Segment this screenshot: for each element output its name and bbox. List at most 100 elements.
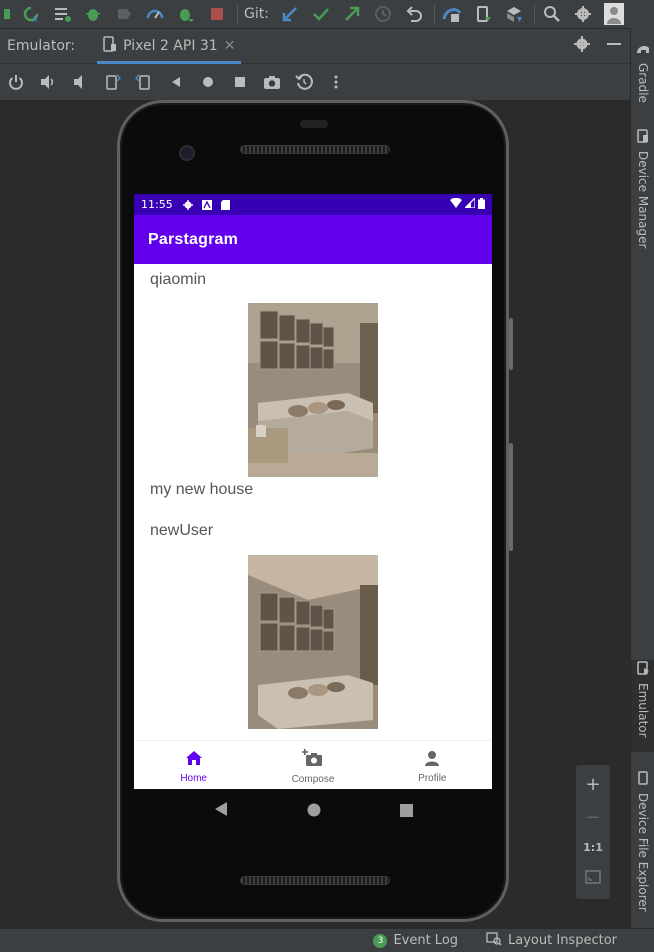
zoom-actual-size-button[interactable]: 1:1	[583, 841, 603, 854]
battery-icon	[478, 197, 485, 212]
emulator-tool-tab[interactable]: Emulator	[631, 660, 654, 752]
gear-icon[interactable]	[574, 36, 590, 56]
git-push-icon[interactable]	[341, 3, 363, 25]
rotate-right-icon[interactable]	[134, 72, 154, 92]
avd-manager-icon[interactable]	[441, 3, 463, 25]
emulator-tab-bar: Emulator: Pixel 2 API 31 ✕	[0, 28, 630, 64]
post-username: qiaomin	[150, 271, 207, 288]
zoom-out-button[interactable]: −	[585, 808, 600, 827]
a-notification-icon	[201, 199, 212, 210]
tab-label: Pixel 2 API 31	[123, 38, 218, 54]
volume-side-button[interactable]	[509, 443, 513, 551]
volume-down-icon[interactable]	[70, 72, 90, 92]
svg-text:A: A	[32, 15, 38, 23]
account-icon[interactable]	[603, 3, 625, 25]
ide-status-bar: 3 Event Log Layout Inspector	[0, 928, 654, 952]
power-side-button[interactable]	[509, 318, 513, 370]
device-file-explorer-tool-tab[interactable]: Device File Explorer	[631, 770, 654, 912]
app-bar: Parstagram	[134, 215, 492, 264]
close-icon[interactable]: ✕	[224, 38, 236, 54]
android-home-icon[interactable]	[307, 802, 321, 821]
emulator-icon	[636, 660, 650, 679]
device-file-explorer-label: Device File Explorer	[636, 793, 650, 912]
settings-notification-icon	[182, 199, 193, 210]
android-back-icon[interactable]	[214, 801, 228, 821]
front-camera	[179, 145, 195, 161]
fit-screen-icon[interactable]	[585, 869, 601, 888]
screenshot-icon[interactable]	[262, 72, 282, 92]
event-log-button[interactable]: 3 Event Log	[373, 933, 458, 948]
home-icon	[185, 750, 203, 770]
phone-screen: 11:55 Parstagram qiaomin my new house ne…	[134, 194, 492, 789]
rollback-icon[interactable]	[403, 3, 425, 25]
sd-card-icon	[220, 199, 231, 210]
top-speaker	[240, 145, 390, 154]
person-icon	[424, 750, 440, 770]
post-image[interactable]	[248, 555, 378, 729]
nav-home-label: Home	[180, 773, 207, 784]
volume-up-icon[interactable]	[38, 72, 58, 92]
top-slit	[300, 120, 328, 128]
device-manager-icon[interactable]	[503, 3, 525, 25]
device-icon	[103, 36, 117, 56]
snapshot-icon[interactable]	[294, 72, 314, 92]
profiler-icon[interactable]	[144, 3, 166, 25]
debug-icon[interactable]	[82, 3, 104, 25]
device-manager-icon	[636, 128, 650, 147]
stop-icon[interactable]	[206, 3, 228, 25]
toolbar-divider	[533, 4, 535, 24]
nav-compose[interactable]: Compose	[253, 741, 372, 789]
history-icon[interactable]	[372, 3, 394, 25]
zoom-controls: + − 1:1	[576, 765, 610, 899]
attach-debugger-icon[interactable]	[113, 3, 135, 25]
nav-home[interactable]: Home	[134, 741, 253, 789]
sync-icon[interactable]: A	[20, 3, 42, 25]
toolbar-divider	[237, 4, 238, 24]
overview-icon[interactable]	[230, 72, 250, 92]
home-button-icon[interactable]	[198, 72, 218, 92]
more-options-icon[interactable]	[326, 72, 346, 92]
app-title: Parstagram	[148, 230, 239, 248]
git-update-icon[interactable]	[279, 3, 301, 25]
sdk-manager-icon[interactable]	[472, 3, 494, 25]
post-description: my new house	[150, 481, 254, 498]
nav-profile[interactable]: Profile	[373, 741, 492, 789]
gradle-tool-tab[interactable]: Gradle	[631, 40, 654, 103]
android-overview-icon[interactable]	[399, 802, 413, 821]
nav-profile-label: Profile	[418, 773, 447, 784]
build-icon[interactable]	[4, 3, 12, 25]
tab-pixel-2-api-31[interactable]: Pixel 2 API 31 ✕	[97, 29, 242, 64]
post-username: newUser	[150, 522, 214, 539]
layout-inspector-label: Layout Inspector	[508, 933, 617, 948]
camera-add-icon	[301, 749, 324, 771]
settings-icon[interactable]	[572, 3, 594, 25]
event-log-count: 3	[373, 933, 388, 948]
back-icon[interactable]	[166, 72, 186, 92]
list-icon[interactable]	[51, 3, 73, 25]
post-feed[interactable]: qiaomin my new house newUser	[134, 264, 492, 740]
emulator-label: Emulator:	[7, 38, 76, 54]
phone-icon	[636, 770, 650, 789]
post-image[interactable]	[248, 303, 378, 477]
ide-main-toolbar: A Git:	[0, 0, 654, 28]
elephant-icon	[636, 40, 650, 59]
git-commit-icon[interactable]	[310, 3, 332, 25]
android-status-bar: 11:55	[134, 194, 492, 215]
layout-inspector-button[interactable]: Layout Inspector	[486, 931, 617, 950]
status-time: 11:55	[141, 198, 173, 211]
minimize-icon[interactable]	[606, 36, 622, 56]
rotate-left-icon[interactable]	[102, 72, 122, 92]
gradle-label: Gradle	[636, 63, 650, 103]
wifi-icon	[450, 197, 462, 211]
event-log-label: Event Log	[393, 933, 459, 948]
search-icon[interactable]	[541, 3, 563, 25]
device-manager-tool-tab[interactable]: Device Manager	[631, 128, 654, 248]
power-icon[interactable]	[6, 72, 26, 92]
zoom-in-button[interactable]: +	[585, 776, 600, 794]
apply-changes-icon[interactable]	[175, 3, 197, 25]
nav-compose-label: Compose	[291, 774, 335, 785]
bottom-speaker	[240, 876, 390, 885]
emulator-tab-label: Emulator	[636, 683, 650, 738]
signal-icon	[463, 196, 476, 211]
device-manager-label: Device Manager	[636, 151, 650, 249]
